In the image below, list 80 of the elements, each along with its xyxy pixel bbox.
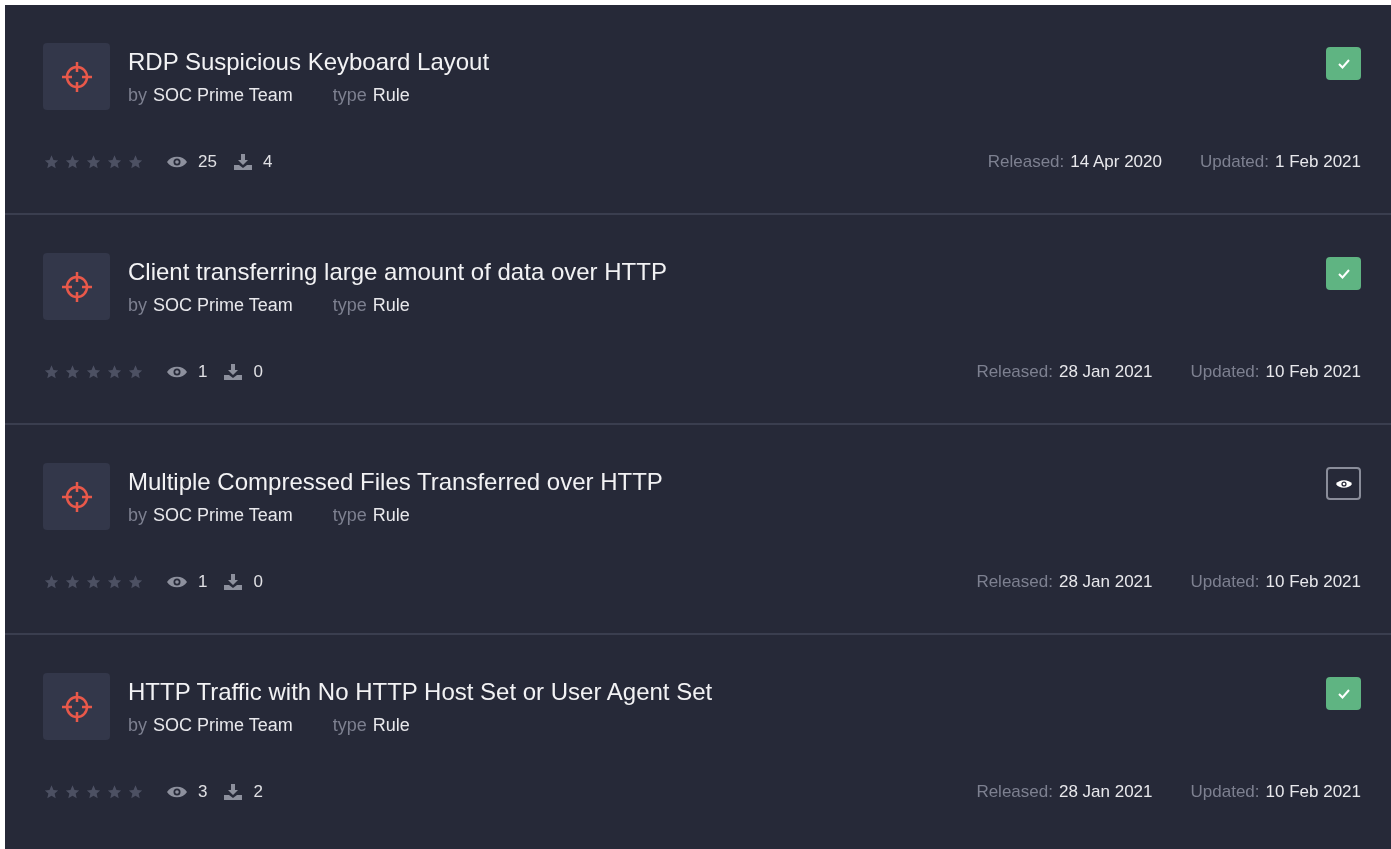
view-count: 3	[198, 782, 208, 802]
download-icon	[232, 153, 253, 171]
updated-label: Updated:	[1190, 572, 1260, 591]
updated-label: Updated:	[1200, 152, 1269, 171]
eye-icon	[166, 155, 188, 169]
view-count: 1	[198, 362, 208, 382]
star-icon[interactable]	[85, 364, 102, 380]
author-name: SOC Prime Team	[153, 295, 293, 316]
download-count: 2	[253, 782, 263, 802]
star-icon[interactable]	[43, 784, 60, 800]
star-icon[interactable]	[106, 364, 123, 380]
download-icon	[223, 363, 244, 381]
rule-type: Rule	[372, 85, 410, 106]
released-label: Released:	[976, 572, 1053, 591]
star-icon[interactable]	[106, 154, 123, 170]
star-icon[interactable]	[106, 574, 123, 590]
star-icon[interactable]	[85, 154, 102, 170]
by-label: by	[128, 505, 147, 526]
author-name: SOC Prime Team	[153, 715, 293, 736]
updated-date: 10 Feb 2021	[1265, 572, 1361, 591]
rule-title[interactable]: Client transferring large amount of data over HTTP	[128, 257, 1326, 287]
star-icon[interactable]	[85, 574, 102, 590]
rule-type: Rule	[372, 295, 410, 316]
eye-icon	[166, 575, 188, 589]
star-icon[interactable]	[64, 574, 81, 590]
star-icon[interactable]	[127, 574, 144, 590]
check-badge[interactable]	[1326, 257, 1361, 290]
type-label: type	[332, 295, 367, 316]
download-count: 0	[253, 362, 263, 382]
download-count: 4	[262, 152, 273, 172]
check-badge[interactable]	[1326, 677, 1361, 710]
rule-type: Rule	[372, 505, 410, 526]
crosshair-icon	[43, 673, 110, 740]
rule-type: Rule	[372, 715, 410, 736]
by-label: by	[128, 295, 147, 316]
by-label: by	[128, 85, 147, 106]
star-icon[interactable]	[64, 364, 81, 380]
star-icon[interactable]	[127, 154, 144, 170]
crosshair-icon	[43, 253, 110, 320]
released-label: Released:	[976, 362, 1053, 381]
star-icon[interactable]	[43, 364, 60, 380]
released-date: 14 Apr 2020	[1070, 152, 1162, 171]
type-label: type	[332, 505, 367, 526]
updated-date: 10 Feb 2021	[1265, 782, 1361, 801]
updated-date: 10 Feb 2021	[1265, 362, 1361, 381]
check-badge[interactable]	[1326, 47, 1361, 80]
released-label: Released:	[976, 782, 1053, 801]
rule-title[interactable]: Multiple Compressed Files Transferred over HTTP	[128, 467, 1326, 497]
rule-title[interactable]: HTTP Traffic with No HTTP Host Set or User Agent Set	[128, 677, 1326, 707]
rule-title[interactable]: RDP Suspicious Keyboard Layout	[128, 47, 1326, 77]
star-icon[interactable]	[64, 784, 81, 800]
view-count: 25	[198, 152, 217, 172]
type-label: type	[332, 85, 367, 106]
star-icon[interactable]	[43, 574, 60, 590]
star-icon[interactable]	[106, 784, 123, 800]
updated-label: Updated:	[1190, 782, 1260, 801]
eye-badge[interactable]	[1326, 467, 1361, 500]
crosshair-icon	[43, 463, 110, 530]
released-date: 28 Jan 2021	[1058, 362, 1153, 381]
download-icon	[223, 783, 244, 801]
released-date: 28 Jan 2021	[1058, 782, 1153, 801]
updated-label: Updated:	[1190, 362, 1260, 381]
author-name: SOC Prime Team	[153, 505, 293, 526]
eye-icon	[166, 785, 188, 799]
author-name: SOC Prime Team	[153, 85, 293, 106]
star-icon[interactable]	[127, 364, 144, 380]
star-icon[interactable]	[64, 154, 81, 170]
star-icon[interactable]	[85, 784, 102, 800]
released-label: Released:	[987, 152, 1065, 171]
view-count: 1	[198, 572, 208, 592]
by-label: by	[128, 715, 147, 736]
download-count: 0	[253, 572, 263, 592]
released-date: 28 Jan 2021	[1058, 572, 1153, 591]
star-icon[interactable]	[127, 784, 144, 800]
updated-date: 1 Feb 2021	[1275, 152, 1361, 171]
download-icon	[223, 573, 244, 591]
eye-icon	[166, 365, 188, 379]
crosshair-icon	[43, 43, 110, 110]
star-icon[interactable]	[43, 154, 60, 170]
type-label: type	[332, 715, 367, 736]
